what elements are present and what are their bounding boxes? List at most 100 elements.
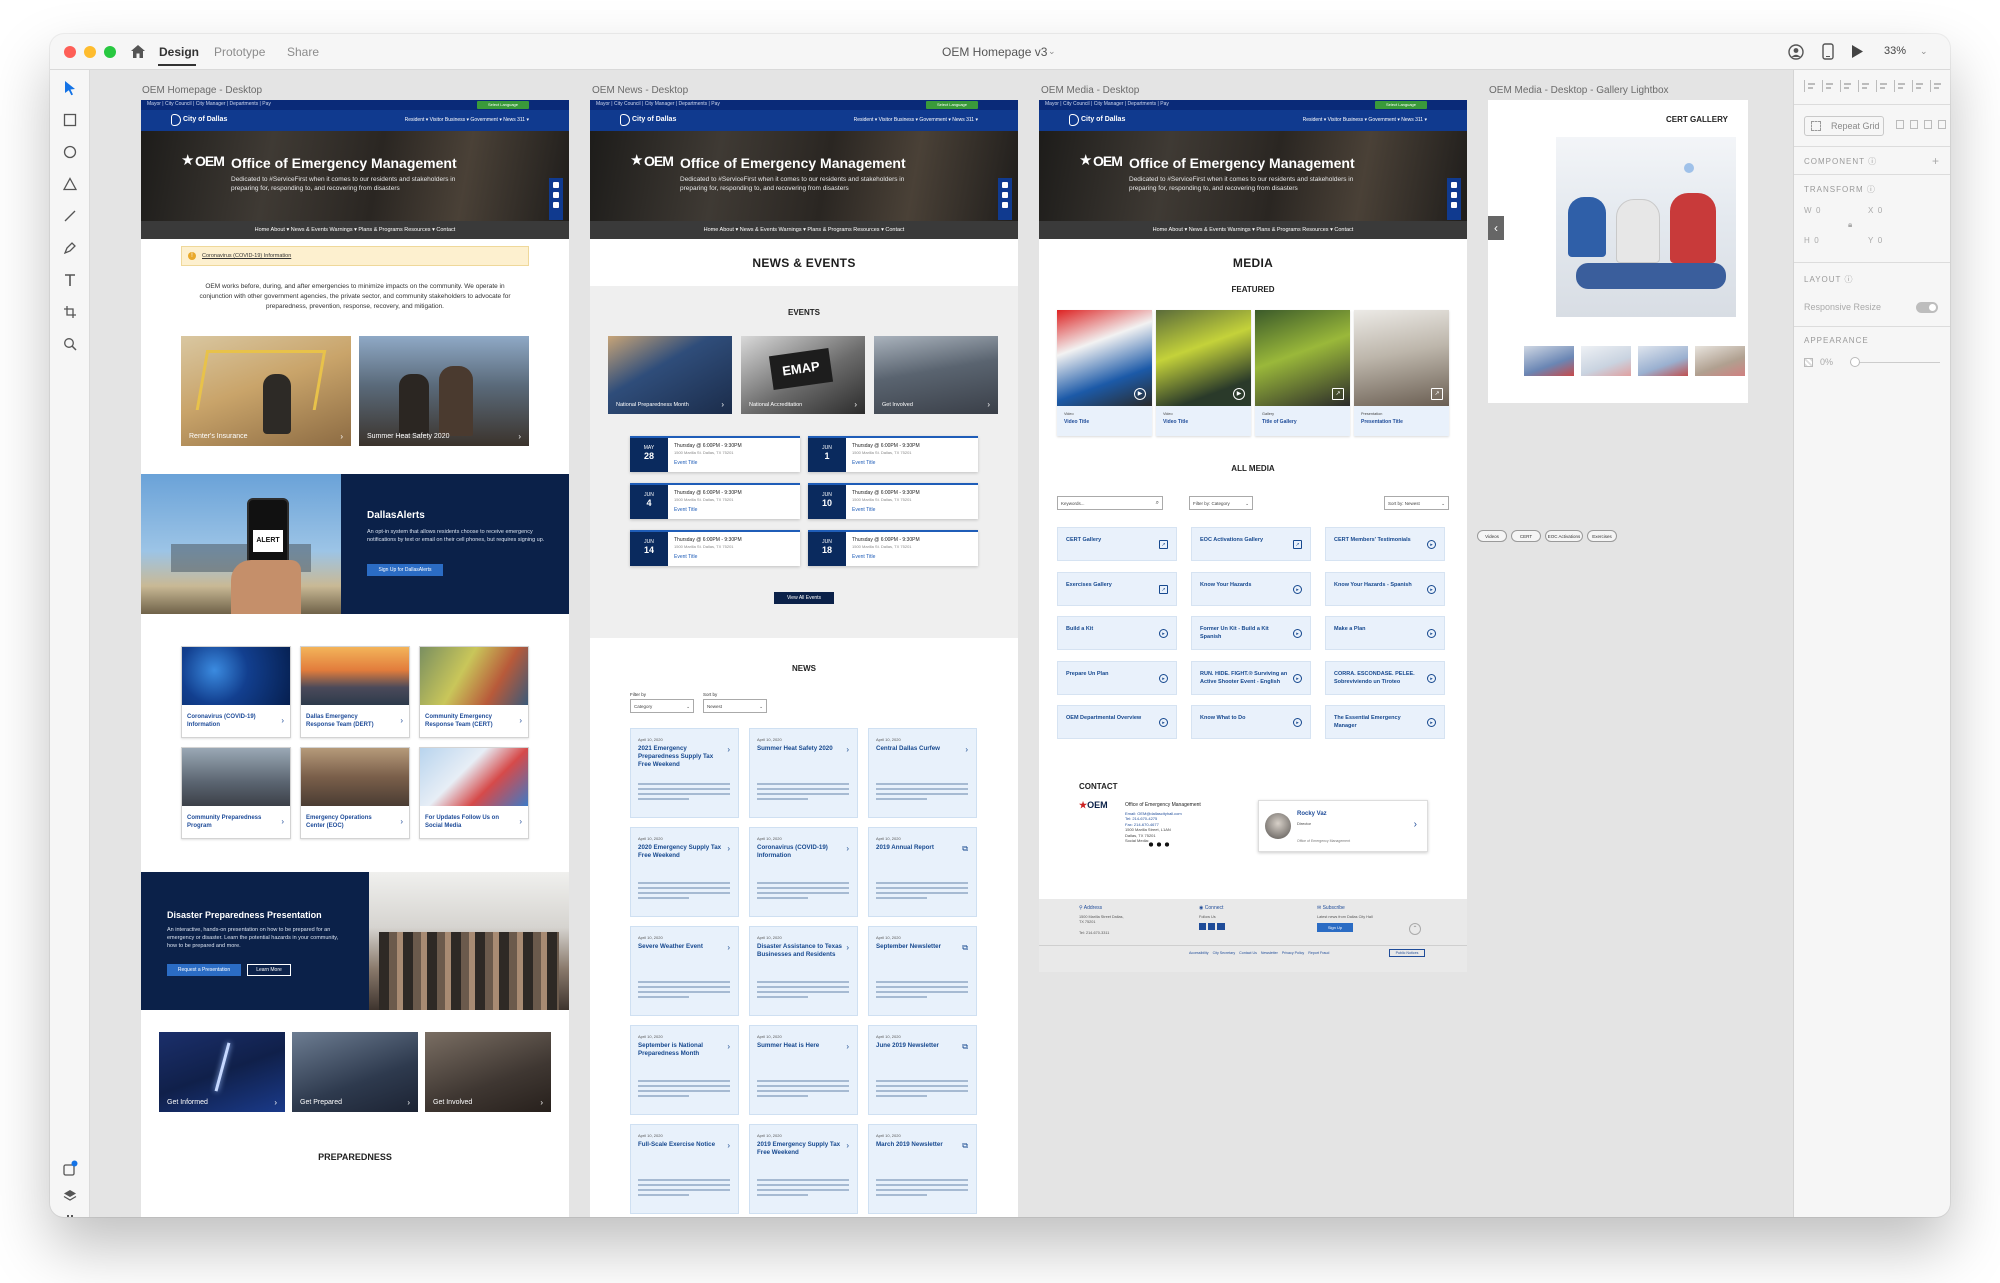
media-item[interactable]: Know Your Hazards ▸: [1191, 571, 1311, 606]
news-card[interactable]: April 10, 2020 June 2019 Newsletter ⧉: [868, 1025, 977, 1115]
maximize-window-button[interactable]: [104, 46, 116, 58]
event-card-get-involved[interactable]: Get Involved ›: [874, 336, 998, 414]
align-tool-icon[interactable]: [1804, 80, 1816, 92]
news-title[interactable]: Summer Heat is Here: [757, 1042, 842, 1050]
artboard-label-news[interactable]: OEM News - Desktop: [592, 85, 688, 96]
polygon-tool-icon[interactable]: [60, 174, 80, 194]
news-title[interactable]: September Newsletter: [876, 943, 961, 951]
covid-alert-bar[interactable]: ! Coronavirus (COVID-19) Information: [181, 246, 529, 266]
promo-card-summer-heat[interactable]: Summer Heat Safety 2020 ›: [359, 336, 529, 446]
social-sidebar[interactable]: [549, 178, 563, 220]
back-to-top-icon[interactable]: ⌃: [1409, 923, 1421, 935]
sub-nav[interactable]: Home About ▾ News & Events Warnings ▾ Pl…: [590, 221, 1018, 239]
city-name[interactable]: City of Dallas: [632, 116, 676, 123]
filter-chip[interactable]: CERT: [1511, 530, 1541, 542]
news-card[interactable]: April 10, 2020 Summer Heat is Here ›: [749, 1025, 858, 1115]
align-tool-icon[interactable]: [1822, 80, 1834, 92]
sub-nav[interactable]: Home About ▾ News & Events Warnings ▾ Pl…: [1039, 221, 1467, 239]
artboard-media[interactable]: Mayor | City Council | City Manager | De…: [1039, 100, 1467, 972]
news-card[interactable]: April 10, 2020 2019 Emergency Supply Tax …: [749, 1124, 858, 1214]
chevron-down-icon[interactable]: ⌄: [1048, 46, 1056, 57]
media-item[interactable]: EOC Activations Gallery ↗: [1191, 527, 1311, 561]
boolean-subtract-icon[interactable]: [1910, 120, 1918, 129]
card-get-informed[interactable]: Get Informed ›: [159, 1032, 285, 1112]
news-card[interactable]: April 10, 2020 2020 Emergency Supply Tax …: [630, 827, 739, 917]
play-icon[interactable]: ▶: [1134, 388, 1146, 400]
artboard-home[interactable]: Mayor | City Council | City Manager | De…: [141, 100, 569, 1217]
media-item[interactable]: Make a Plan ▸: [1325, 616, 1445, 650]
artboard-lightbox[interactable]: CERT GALLERY ‹: [1488, 100, 1748, 403]
tile-covid[interactable]: Coronavirus (COVID-19) Information ›: [181, 646, 291, 738]
keyword-search-input[interactable]: Keywords... ⌕: [1057, 496, 1163, 510]
media-item[interactable]: Know Your Hazards - Spanish ▸: [1325, 571, 1445, 606]
learn-more-button[interactable]: Learn More: [247, 964, 291, 976]
media-item[interactable]: Build a Kit ▸: [1057, 616, 1177, 650]
event-title[interactable]: Event Title: [852, 507, 875, 513]
gallery-thumbnail[interactable]: [1695, 346, 1745, 376]
social-sidebar[interactable]: [998, 178, 1012, 220]
align-tool-icon[interactable]: [1894, 80, 1906, 92]
request-presentation-button[interactable]: Request a Presentation: [167, 964, 241, 976]
news-title[interactable]: March 2019 Newsletter: [876, 1141, 961, 1149]
news-title[interactable]: 2019 Annual Report: [876, 844, 961, 852]
news-title[interactable]: Disaster Assistance to Texas Businesses …: [757, 943, 842, 959]
select-tool-icon[interactable]: [60, 78, 80, 98]
news-title[interactable]: 2021 Emergency Preparedness Supply Tax F…: [638, 745, 723, 769]
media-item[interactable]: Exercises Gallery ↗: [1057, 571, 1177, 606]
plugins-icon[interactable]: [60, 1214, 80, 1217]
social-icons[interactable]: [1199, 923, 1225, 930]
event-card-accreditation[interactable]: EMAP National Accreditation ›: [741, 336, 865, 414]
close-window-button[interactable]: [64, 46, 76, 58]
news-card[interactable]: April 10, 2020 2021 Emergency Preparednes…: [630, 728, 739, 818]
minimize-window-button[interactable]: [84, 46, 96, 58]
artboard-tool-icon[interactable]: [60, 302, 80, 322]
boolean-add-icon[interactable]: [1896, 120, 1904, 129]
gallery-icon[interactable]: ↗: [1332, 388, 1344, 400]
play-icon[interactable]: [1850, 44, 1864, 59]
featured-media-card[interactable]: ▶ Video Video Title: [1156, 310, 1251, 436]
media-item[interactable]: The Essential Emergency Manager ▸: [1325, 705, 1445, 739]
featured-title[interactable]: Video Title: [1064, 419, 1089, 425]
align-tool-icon[interactable]: [1930, 80, 1942, 92]
height-field[interactable]: H 0: [1804, 236, 1819, 245]
artboard-label-lightbox[interactable]: OEM Media - Desktop - Gallery Lightbox: [1489, 85, 1669, 96]
tile-community-preparedness[interactable]: Community Preparedness Program ›: [181, 747, 291, 839]
select-language-button[interactable]: Select Language: [1375, 101, 1427, 109]
play-icon[interactable]: ▶: [1233, 388, 1245, 400]
add-component-icon[interactable]: +: [1932, 154, 1939, 168]
featured-media-card[interactable]: ↗ Presentation Presentation Title: [1354, 310, 1449, 436]
view-all-events-button[interactable]: View All Events: [774, 592, 834, 604]
event-item[interactable]: JUN 4 Thursday @ 6:00PM - 9:30PM 1500 Maril…: [630, 483, 800, 519]
zoom-chevron-icon[interactable]: ⌄: [1920, 46, 1928, 57]
event-item[interactable]: MAY 28 Thursday @ 6:00PM - 9:30PM 1500 Mari…: [630, 436, 800, 472]
news-title[interactable]: 2020 Emergency Supply Tax Free Weekend: [638, 844, 723, 860]
news-card[interactable]: April 10, 2020 Summer Heat Safety 2020 ›: [749, 728, 858, 818]
news-title[interactable]: 2019 Emergency Supply Tax Free Weekend: [757, 1141, 842, 1157]
assets-icon[interactable]: [60, 1158, 80, 1178]
sort-select[interactable]: Newest ⌄: [703, 699, 767, 713]
boolean-intersect-icon[interactable]: [1924, 120, 1932, 129]
news-title[interactable]: Coronavirus (COVID-19) Information: [757, 844, 842, 860]
news-card[interactable]: April 10, 2020 Disaster Assistance to Tex…: [749, 926, 858, 1016]
sub-nav[interactable]: Home About ▾ News & Events Warnings ▾ Pl…: [141, 221, 569, 239]
news-card[interactable]: April 10, 2020 Severe Weather Event ›: [630, 926, 739, 1016]
event-card-preparedness-month[interactable]: National Preparedness Month ›: [608, 336, 732, 414]
city-name[interactable]: City of Dallas: [1081, 116, 1125, 123]
gov-links[interactable]: Mayor | City Council | City Manager | De…: [147, 101, 271, 107]
media-item[interactable]: CERT Gallery ↗: [1057, 527, 1177, 561]
mobile-preview-icon[interactable]: [1822, 43, 1834, 60]
media-sort-select[interactable]: Sort by: Newest ⌄: [1384, 496, 1449, 510]
social-sidebar[interactable]: [1447, 178, 1461, 220]
zoom-level[interactable]: 33%: [1884, 45, 1906, 57]
gallery-thumbnail[interactable]: [1524, 346, 1574, 376]
repeat-grid-button[interactable]: Repeat Grid: [1804, 116, 1884, 136]
tile-eoc[interactable]: Emergency Operations Center (EOC) ›: [300, 747, 410, 839]
gov-links[interactable]: Mayor | City Council | City Manager | De…: [1045, 101, 1169, 107]
filter-chip[interactable]: Videos: [1477, 530, 1507, 542]
document-title[interactable]: OEM Homepage v3: [942, 45, 1047, 59]
event-item[interactable]: JUN 10 Thursday @ 6:00PM - 9:30PM 1500 Mari…: [808, 483, 978, 519]
line-tool-icon[interactable]: [60, 206, 80, 226]
chevron-left-icon[interactable]: ‹: [1488, 216, 1504, 240]
promo-card-renters[interactable]: Renter's Insurance ›: [181, 336, 351, 446]
news-title[interactable]: September is National Preparedness Month: [638, 1042, 723, 1058]
